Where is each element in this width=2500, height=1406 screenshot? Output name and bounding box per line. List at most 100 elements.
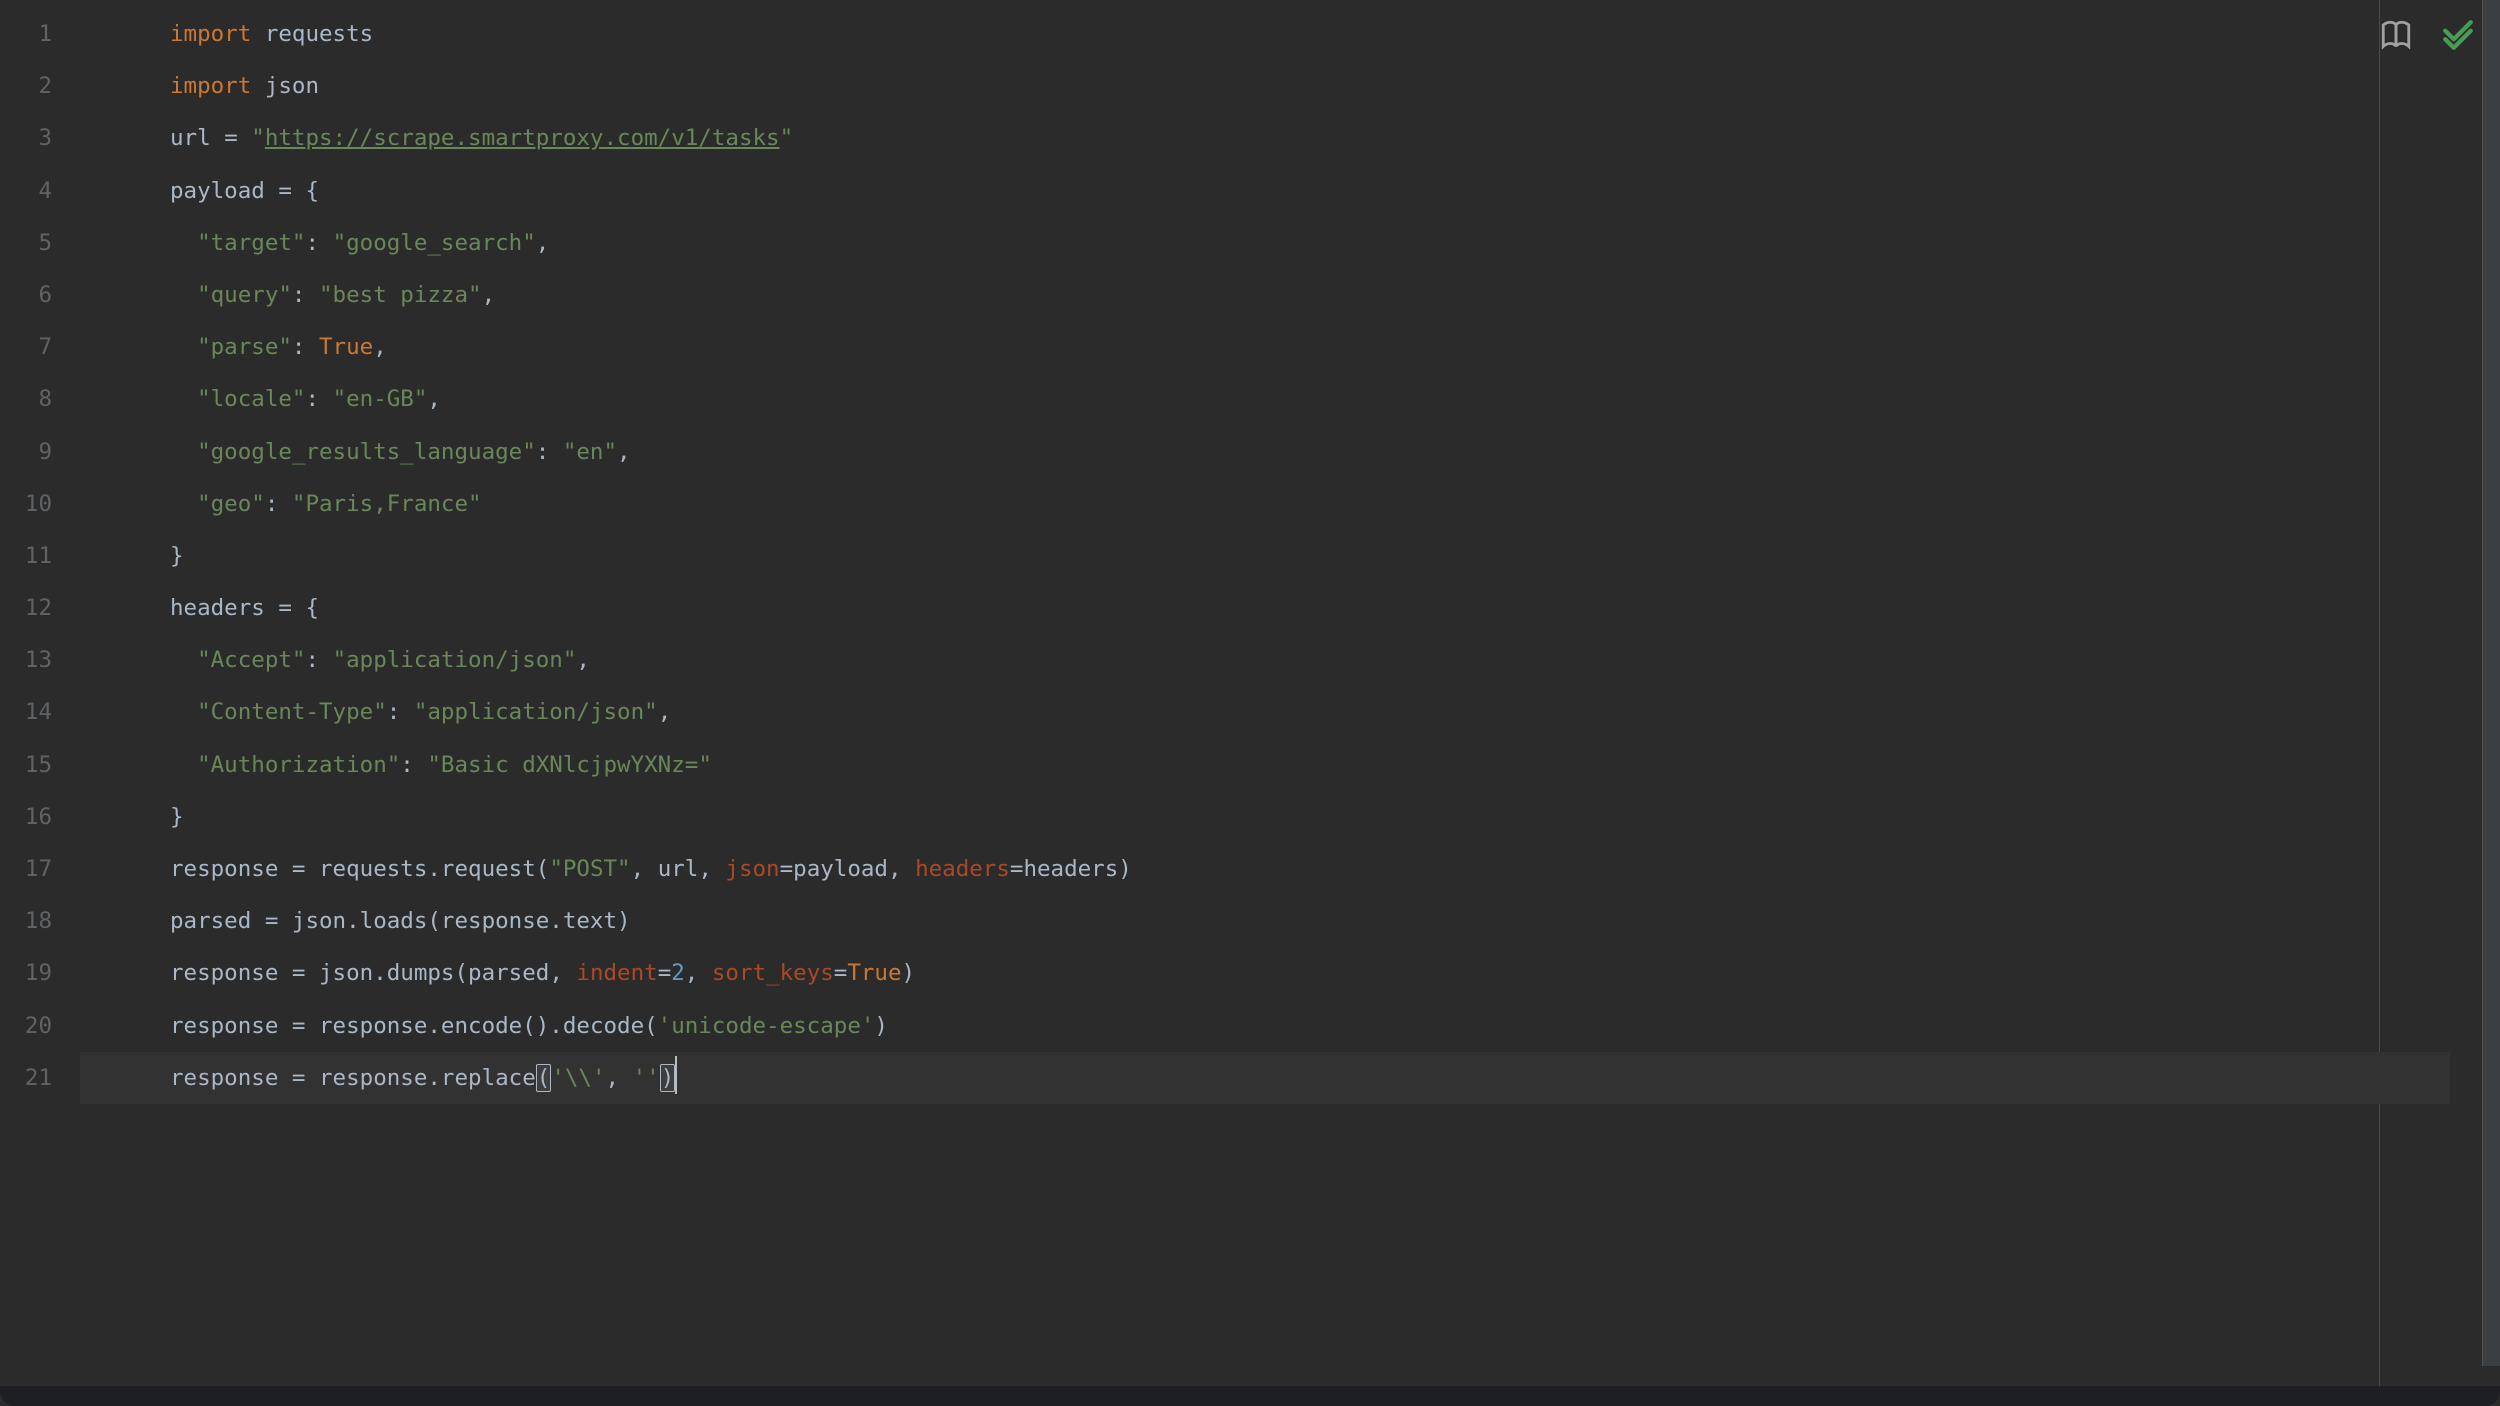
token-str: "google_search" — [333, 230, 536, 256]
token-id: response — [170, 1065, 292, 1091]
token-str: "query" — [197, 282, 292, 308]
token-op: , — [698, 856, 725, 882]
token-param: sort_keys — [712, 960, 834, 986]
token-id — [170, 752, 197, 778]
code-line[interactable]: response = json.dumps(parsed, indent=2, … — [170, 947, 2500, 999]
token-str: "parse" — [197, 334, 292, 360]
token-id — [170, 647, 197, 673]
code-line[interactable]: } — [170, 530, 2500, 582]
token-str: "application/json" — [414, 699, 658, 725]
token-op: = — [292, 1065, 306, 1091]
token-op: : — [292, 334, 319, 360]
reader-mode-icon[interactable] — [2379, 18, 2413, 58]
code-line[interactable]: parsed = json.loads(response.text) — [170, 895, 2500, 947]
code-line[interactable]: "google_results_language": "en", — [170, 426, 2500, 478]
token-id: payload — [793, 856, 888, 882]
token-op: = — [292, 960, 306, 986]
editor-bottom-bar — [0, 1386, 2500, 1406]
code-line[interactable]: "geo": "Paris,France" — [170, 478, 2500, 530]
code-line[interactable]: import requests — [170, 8, 2500, 60]
code-line[interactable]: "Content-Type": "application/json", — [170, 686, 2500, 738]
token-op: , — [606, 1065, 633, 1091]
token-id: } — [170, 804, 184, 830]
token-param: headers — [915, 856, 1010, 882]
token-id: response — [170, 1013, 292, 1039]
code-line[interactable]: response = requests.request("POST", url,… — [170, 843, 2500, 895]
token-op: , — [658, 699, 672, 725]
line-number: 5 — [0, 217, 80, 269]
token-op: , — [482, 282, 496, 308]
code-line[interactable]: "target": "google_search", — [170, 217, 2500, 269]
token-op: = — [834, 960, 848, 986]
code-line[interactable]: "parse": True, — [170, 321, 2500, 373]
token-op: , — [888, 856, 915, 882]
line-number: 18 — [0, 895, 80, 947]
token-id: url — [170, 125, 224, 151]
line-number: 1 — [0, 8, 80, 60]
token-op: = — [292, 856, 306, 882]
token-kw: True — [319, 334, 373, 360]
token-id — [170, 334, 197, 360]
token-str: "POST" — [549, 856, 630, 882]
code-area[interactable]: import requestsimport jsonurl = "https:/… — [80, 0, 2500, 1386]
token-id — [170, 699, 197, 725]
token-id: requests.request( — [305, 856, 549, 882]
code-line[interactable]: url = "https://scrape.smartproxy.com/v1/… — [170, 112, 2500, 164]
token-op: = — [278, 595, 292, 621]
line-number: 8 — [0, 373, 80, 425]
token-op: , — [617, 439, 631, 465]
token-id — [238, 125, 252, 151]
text-caret — [675, 1056, 677, 1094]
code-line[interactable]: "Accept": "application/json", — [170, 634, 2500, 686]
line-number: 13 — [0, 634, 80, 686]
token-id: url — [658, 856, 699, 882]
inspection-ok-icon[interactable] — [2441, 18, 2475, 58]
token-op: : — [305, 647, 332, 673]
token-bm: ) — [660, 1064, 676, 1092]
token-op: : — [265, 491, 292, 517]
line-number: 10 — [0, 478, 80, 530]
token-id: { — [292, 595, 319, 621]
line-number-gutter: 123456789101112131415161718192021 — [0, 0, 80, 1386]
token-url: https://scrape.smartproxy.com/v1/tasks — [265, 125, 780, 151]
token-op: = — [265, 908, 279, 934]
editor-top-icons — [2379, 18, 2475, 58]
code-line[interactable]: headers = { — [170, 582, 2500, 634]
token-kw: True — [847, 960, 901, 986]
token-str: "best pizza" — [319, 282, 482, 308]
code-line[interactable]: payload = { — [170, 165, 2500, 217]
line-number: 11 — [0, 530, 80, 582]
token-str: 'unicode-escape' — [658, 1013, 875, 1039]
token-bm: ( — [536, 1064, 552, 1092]
token-op: = — [658, 960, 672, 986]
code-line[interactable]: "Authorization": "Basic dXNlcjpwYXNz=" — [170, 739, 2500, 791]
token-str: "application/json" — [333, 647, 577, 673]
token-op: : — [400, 752, 427, 778]
token-str: "Authorization" — [197, 752, 400, 778]
code-line[interactable]: response = response.encode().decode('uni… — [170, 1000, 2500, 1052]
code-line[interactable]: "query": "best pizza", — [170, 269, 2500, 321]
token-str: "en" — [563, 439, 617, 465]
token-param: indent — [576, 960, 657, 986]
token-num: 2 — [671, 960, 685, 986]
vertical-scrollbar[interactable] — [2482, 0, 2500, 1366]
token-id: response.encode().decode( — [305, 1013, 657, 1039]
token-op: , — [373, 334, 387, 360]
code-line[interactable]: response = response.replace('\\', '') — [80, 1052, 2450, 1104]
token-kw: import — [170, 21, 251, 47]
code-line[interactable]: import json — [170, 60, 2500, 112]
token-op: = — [780, 856, 794, 882]
code-editor[interactable]: 123456789101112131415161718192021 import… — [0, 0, 2500, 1386]
token-op: = — [1010, 856, 1024, 882]
code-line[interactable]: } — [170, 791, 2500, 843]
line-number: 2 — [0, 60, 80, 112]
line-number: 21 — [0, 1052, 80, 1104]
token-op: : — [387, 699, 414, 725]
token-str: "Accept" — [197, 647, 305, 673]
token-kw: import — [170, 73, 251, 99]
line-number: 14 — [0, 686, 80, 738]
code-line[interactable]: "locale": "en-GB", — [170, 373, 2500, 425]
token-str: "Content-Type" — [197, 699, 387, 725]
token-str: "target" — [197, 230, 305, 256]
token-str: " — [780, 125, 794, 151]
